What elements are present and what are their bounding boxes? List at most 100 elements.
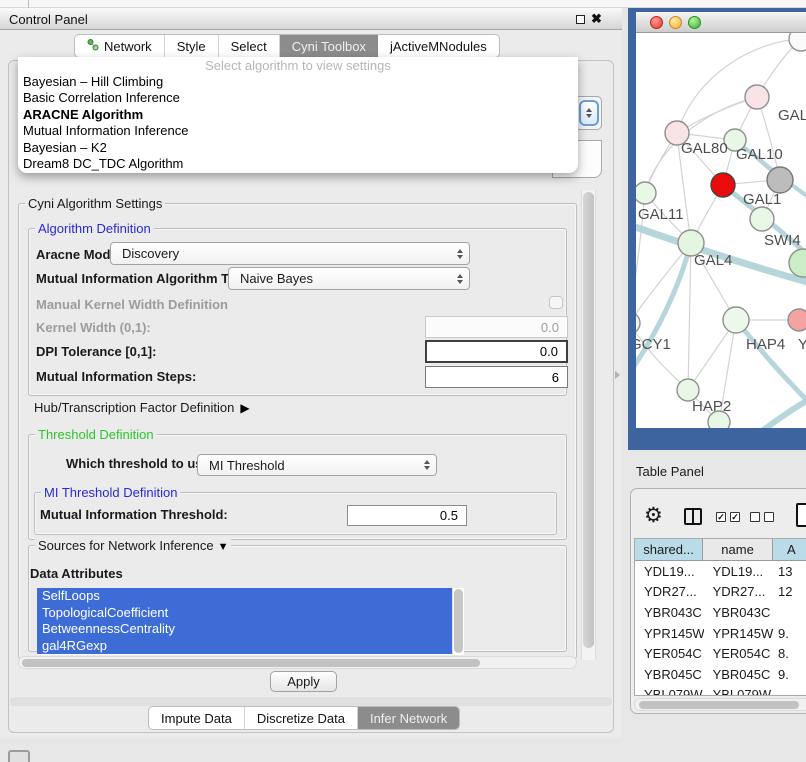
- algorithm-option[interactable]: Mutual Information Inference: [18, 123, 578, 139]
- mi-threshold-input[interactable]: [347, 505, 467, 526]
- tab-style[interactable]: Style: [165, 35, 219, 57]
- float-window-icon[interactable]: [576, 15, 585, 24]
- mi-type-combobox[interactable]: Naive Bayes: [228, 267, 470, 290]
- node-label: GCY1: [636, 336, 671, 353]
- attributes-list-scrollbar[interactable]: [452, 588, 464, 655]
- gear-icon[interactable]: ⚙: [644, 503, 663, 528]
- table-cell: YBR045C: [704, 667, 774, 682]
- tab-impute-data[interactable]: Impute Data: [149, 707, 245, 729]
- network-node[interactable]: [789, 249, 806, 277]
- network-node[interactable]: [636, 312, 640, 334]
- manual-kernel-checkbox[interactable]: [549, 296, 563, 309]
- kernel-width-input[interactable]: [425, 316, 568, 338]
- mi-type-label: Mutual Information Algorithm Type:: [36, 271, 255, 286]
- network-window-titlebar: [636, 12, 806, 33]
- table-body: YDL19...YDL19...13YDR27...YDR27...12YBR0…: [635, 561, 806, 696]
- table-cell: 8.: [774, 646, 806, 661]
- network-node[interactable]: [711, 173, 735, 197]
- apply-button[interactable]: Apply: [270, 671, 337, 692]
- expand-down-icon: ▼: [218, 541, 229, 553]
- tab-infer-network[interactable]: Infer Network: [358, 707, 459, 729]
- panel-resize-handle[interactable]: [615, 371, 620, 379]
- sources-expander[interactable]: Sources for Network Inference▼: [35, 538, 231, 553]
- table-row[interactable]: YDL19...YDL19...13: [635, 561, 806, 582]
- attribute-item[interactable]: TopologicalCoefficient: [37, 605, 452, 622]
- zoom-traffic-light-icon[interactable]: [688, 16, 701, 29]
- tab-cyni-toolbox[interactable]: Cyni Toolbox: [280, 35, 378, 57]
- close-traffic-light-icon[interactable]: [650, 16, 663, 29]
- control-panel-tabbar: Network Style Select Cyni Toolbox jActiv…: [74, 34, 500, 58]
- network-canvas-svg: GALGAL80GAL10GAL1GAL11SWI4GAL4GCY1HAP4YH…: [636, 33, 806, 428]
- network-node[interactable]: [788, 309, 806, 331]
- attribute-item[interactable]: gal4RGexp: [37, 638, 452, 655]
- combo-value: Discovery: [122, 246, 179, 261]
- table-row[interactable]: YBR045CYBR045C9.: [635, 664, 806, 685]
- network-node[interactable]: [767, 167, 793, 193]
- settings-horizontal-scrollbar[interactable]: [18, 656, 577, 669]
- table-row[interactable]: YBR043CYBR043C: [635, 602, 806, 623]
- which-threshold-combobox[interactable]: MI Threshold: [197, 454, 437, 476]
- attribute-item[interactable]: SelfLoops: [37, 588, 452, 605]
- document-icon[interactable]: [796, 503, 806, 527]
- tab-label: Network: [104, 39, 152, 54]
- dropdown-prompt: Select algorithm to view settings: [18, 57, 578, 74]
- table-cell: YBR043C: [635, 605, 704, 620]
- network-canvas[interactable]: GALGAL80GAL10GAL1GAL11SWI4GAL4GCY1HAP4YH…: [636, 33, 806, 428]
- table-cell: YDL19...: [635, 564, 704, 579]
- data-attributes-list[interactable]: SelfLoopsTopologicalCoefficientBetweenne…: [37, 588, 452, 655]
- algorithm-option[interactable]: ARACNE Algorithm: [18, 107, 578, 123]
- table-row[interactable]: YBL079WYBL079W: [635, 685, 806, 696]
- column-header-partial[interactable]: A: [773, 539, 806, 560]
- table-cell: 13: [774, 564, 806, 579]
- group-title: MI Threshold Definition: [41, 485, 180, 500]
- top-toolbar-strip: [0, 0, 806, 8]
- tab-jactivemnodules[interactable]: jActiveMNodules: [378, 35, 499, 57]
- hub-definition-expander[interactable]: Hub/Transcription Factor Definition▶: [34, 400, 250, 415]
- table-horizontal-scrollbar[interactable]: [634, 698, 806, 711]
- combo-stepper[interactable]: [579, 100, 599, 126]
- manual-kernel-label: Manual Kernel Width Definition: [36, 297, 228, 312]
- table-cell: YDR27...: [635, 584, 704, 599]
- network-icon: [87, 39, 99, 54]
- group-title: Cyni Algorithm Settings: [25, 196, 165, 211]
- table-cell: YBR045C: [635, 667, 704, 682]
- minimize-traffic-light-icon[interactable]: [669, 16, 682, 29]
- unchecked-checkbox-icon[interactable]: [764, 512, 774, 522]
- table-row[interactable]: YDR27...YDR27...12: [635, 582, 806, 603]
- mi-steps-input[interactable]: [425, 366, 568, 388]
- checked-checkbox-icon[interactable]: ✓: [730, 512, 740, 522]
- table-row[interactable]: YPR145WYPR145W9.: [635, 623, 806, 644]
- checked-checkbox-icon[interactable]: ✓: [716, 512, 726, 522]
- table-cell: 9.: [774, 626, 806, 641]
- tab-discretize-data[interactable]: Discretize Data: [245, 707, 358, 729]
- algorithm-option[interactable]: Bayesian – Hill Climbing: [18, 74, 578, 90]
- close-icon[interactable]: ✖: [591, 11, 602, 27]
- table-row[interactable]: YER054CYER054C8.: [635, 643, 806, 664]
- algorithm-option[interactable]: Bayesian – K2: [18, 140, 578, 156]
- attribute-item[interactable]: BetweennessCentrality: [37, 621, 452, 638]
- floating-panel-icon[interactable]: [8, 750, 30, 762]
- network-node[interactable]: [745, 85, 769, 109]
- node-label: GAL11: [638, 206, 684, 223]
- combo-stepper-icon: [457, 243, 463, 264]
- column-header-name[interactable]: name: [703, 539, 773, 560]
- network-window: GALGAL80GAL10GAL1GAL11SWI4GAL4GCY1HAP4YH…: [636, 12, 806, 428]
- algorithm-option[interactable]: Dream8 DC_TDC Algorithm: [18, 156, 578, 172]
- screen: Control Panel ✖ Network Style Select Cyn…: [0, 0, 806, 762]
- column-header-shared-name[interactable]: shared...: [635, 539, 703, 560]
- dpi-tolerance-input[interactable]: [425, 340, 568, 363]
- expand-right-icon[interactable]: ▶: [240, 401, 249, 415]
- algorithm-option[interactable]: Basic Correlation Inference: [18, 90, 578, 106]
- network-node[interactable]: [750, 207, 774, 231]
- network-node[interactable]: [723, 307, 749, 333]
- unchecked-checkbox-icon[interactable]: [750, 512, 760, 522]
- split-columns-icon[interactable]: [684, 508, 702, 525]
- aracne-mode-combobox[interactable]: Discovery: [110, 242, 470, 265]
- node-label: GAL1: [743, 191, 781, 208]
- node-label: Y: [798, 336, 806, 353]
- tab-select[interactable]: Select: [219, 35, 280, 57]
- tab-network[interactable]: Network: [75, 35, 165, 57]
- dpi-tolerance-label: DPI Tolerance [0,1]:: [36, 344, 156, 359]
- settings-vertical-scrollbar[interactable]: [581, 190, 596, 660]
- network-node[interactable]: [636, 182, 656, 204]
